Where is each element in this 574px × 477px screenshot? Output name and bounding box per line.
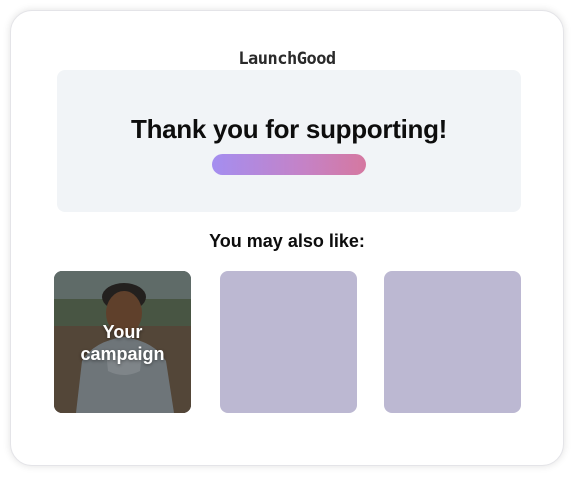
thank-you-panel: Thank you for supporting! <box>57 70 521 212</box>
campaign-tile-placeholder[interactable] <box>220 271 357 413</box>
tile-label-line-1: Your <box>102 322 143 342</box>
suggestions-heading: You may also like: <box>209 231 365 251</box>
thank-you-title: Thank you for supporting! <box>130 114 448 144</box>
launchgood-logo: LaunchGood <box>238 49 336 69</box>
campaign-tile-your-campaign[interactable]: Your campaign <box>54 271 191 413</box>
thank-you-card: LaunchGood Thank you for supporting! You… <box>10 10 564 466</box>
tile-label: Your campaign <box>54 321 191 365</box>
campaign-tile-placeholder[interactable] <box>384 271 521 413</box>
tile-label-line-2: campaign <box>80 344 165 364</box>
gradient-progress-bar <box>212 154 366 175</box>
